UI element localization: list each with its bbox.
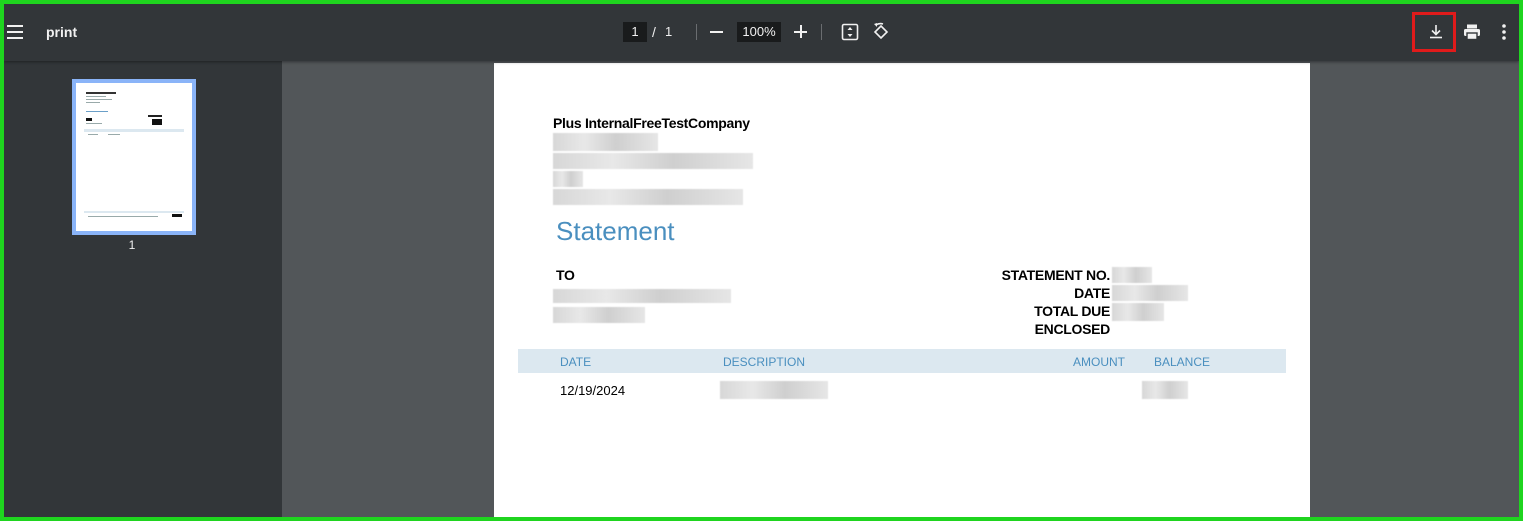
thumbnail-sidebar: 1	[4, 61, 282, 517]
column-header-amount: AMOUNT	[1073, 355, 1125, 369]
to-label: TO	[556, 267, 575, 283]
redacted-text	[1112, 285, 1188, 301]
redacted-text	[1142, 381, 1188, 399]
menu-icon[interactable]	[6, 22, 26, 42]
rotate-icon[interactable]	[871, 22, 891, 42]
redacted-text	[553, 189, 743, 205]
redacted-text	[553, 307, 645, 323]
pdf-viewer: print 1 / 1 100% 1 Plus InternalFreeTest…	[4, 4, 1519, 517]
table-header: DATE DESCRIPTION AMOUNT BALANCE	[518, 349, 1286, 373]
company-name: Plus InternalFreeTestCompany	[553, 115, 750, 131]
document-page: Plus InternalFreeTestCompany Statement T…	[494, 63, 1310, 517]
statement-no-label: STATEMENT NO.	[1001, 267, 1111, 283]
page-thumbnail[interactable]	[72, 79, 196, 235]
column-header-description: DESCRIPTION	[723, 355, 806, 369]
more-options-icon[interactable]	[1500, 22, 1508, 42]
row-date: 12/19/2024	[560, 383, 626, 398]
thumbnail-page-number: 1	[128, 238, 136, 252]
toolbar-divider	[696, 24, 697, 40]
enclosed-label: ENCLOSED	[1034, 321, 1111, 337]
redacted-text	[553, 133, 658, 151]
redacted-text	[1112, 303, 1164, 321]
column-header-balance: BALANCE	[1154, 355, 1211, 369]
redacted-text	[720, 381, 828, 399]
print-icon[interactable]	[1462, 22, 1482, 42]
total-due-label: TOTAL DUE	[1034, 303, 1110, 319]
zoom-level-input[interactable]: 100%	[737, 22, 781, 42]
page-separator: /	[652, 24, 656, 40]
date-label: DATE	[1074, 285, 1110, 301]
redacted-text	[553, 171, 583, 187]
column-header-date: DATE	[560, 355, 592, 369]
redacted-text	[553, 289, 731, 303]
fit-page-icon[interactable]	[840, 22, 860, 42]
redacted-text	[553, 153, 753, 169]
page-number-input[interactable]: 1	[623, 22, 647, 42]
statement-title: Statement	[556, 216, 675, 246]
viewer-toolbar: print 1 / 1 100%	[4, 4, 1519, 61]
redacted-text	[1112, 267, 1152, 283]
document-title: print	[46, 24, 78, 40]
zoom-in-button[interactable]	[791, 22, 811, 42]
toolbar-divider	[821, 24, 822, 40]
download-highlight-box	[1412, 12, 1456, 52]
zoom-out-button[interactable]	[707, 22, 727, 42]
page-total: 1	[665, 24, 673, 39]
